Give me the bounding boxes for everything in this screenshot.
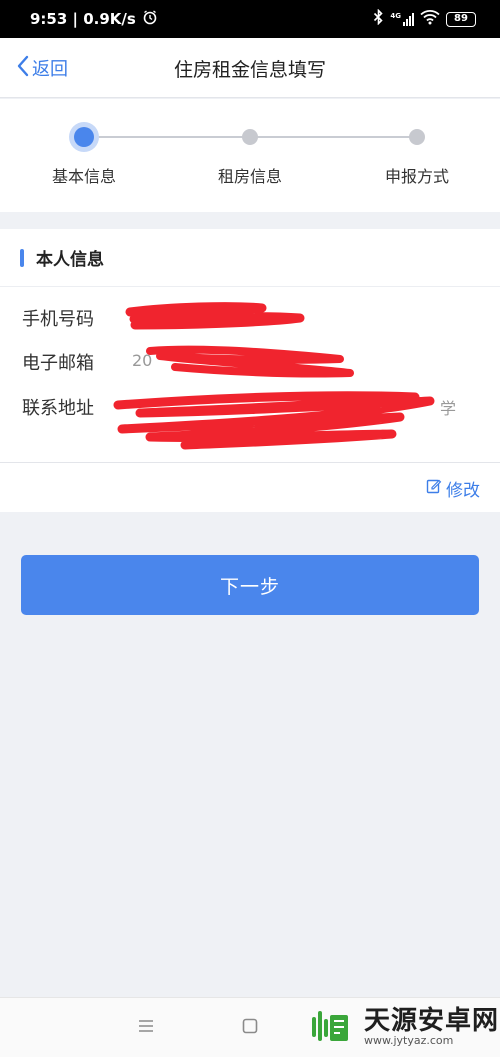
phone-row: 手机号码 (22, 305, 94, 331)
status-time: 9:53 | 0.9K/s (30, 10, 136, 28)
step-dot-rental-info (242, 129, 258, 145)
network-type: 4G (390, 12, 401, 20)
back-button[interactable]: 返回 (16, 38, 68, 98)
card-divider (0, 462, 500, 463)
email-value: 20 (132, 351, 153, 370)
address-row: 联系地址 (22, 394, 94, 420)
edit-button[interactable]: 修改 (426, 475, 480, 501)
step-dot-declare-method (409, 129, 425, 145)
signal-icon: 4G (390, 12, 414, 26)
step-label-rental-info: 租房信息 (217, 167, 282, 186)
menu-icon[interactable] (138, 1018, 154, 1037)
section-accent-bar (20, 248, 24, 267)
bluetooth-icon (373, 8, 384, 29)
address-label: 联系地址 (22, 398, 94, 419)
section-title: 本人信息 (36, 250, 104, 270)
step-label-declare-method: 申报方式 (384, 167, 449, 186)
step-label-basic-info: 基本信息 (51, 167, 116, 186)
step-connector (250, 136, 417, 138)
page-title: 住房租金信息填写 (173, 58, 326, 81)
section-header: 本人信息 (0, 229, 500, 287)
wifi-icon (420, 9, 440, 29)
status-bar: 9:53 | 0.9K/s 4G 89 (0, 0, 500, 38)
edit-icon (426, 478, 442, 499)
step-dot-basic-info (74, 127, 94, 147)
battery-icon: 89 (446, 11, 476, 27)
phone-label: 手机号码 (22, 309, 94, 330)
email-label: 电子邮箱 (22, 353, 94, 374)
chevron-left-icon (16, 55, 30, 82)
personal-info-card: 本人信息 手机号码 电子邮箱 20 联系地址 学 修改 (0, 229, 500, 512)
nav-bar: 返回 住房租金信息填写 (0, 38, 500, 98)
step-progress: 基本信息 租房信息 申报方式 (0, 99, 500, 212)
home-icon[interactable] (242, 1018, 258, 1038)
edit-label: 修改 (446, 480, 480, 501)
step-connector (84, 136, 250, 138)
next-step-button[interactable]: 下一步 (21, 555, 479, 615)
system-nav-bar (0, 997, 500, 1057)
back-label: 返回 (32, 59, 68, 80)
address-value: 学 (440, 399, 457, 418)
alarm-icon (142, 9, 158, 29)
email-row: 电子邮箱 (22, 349, 94, 375)
